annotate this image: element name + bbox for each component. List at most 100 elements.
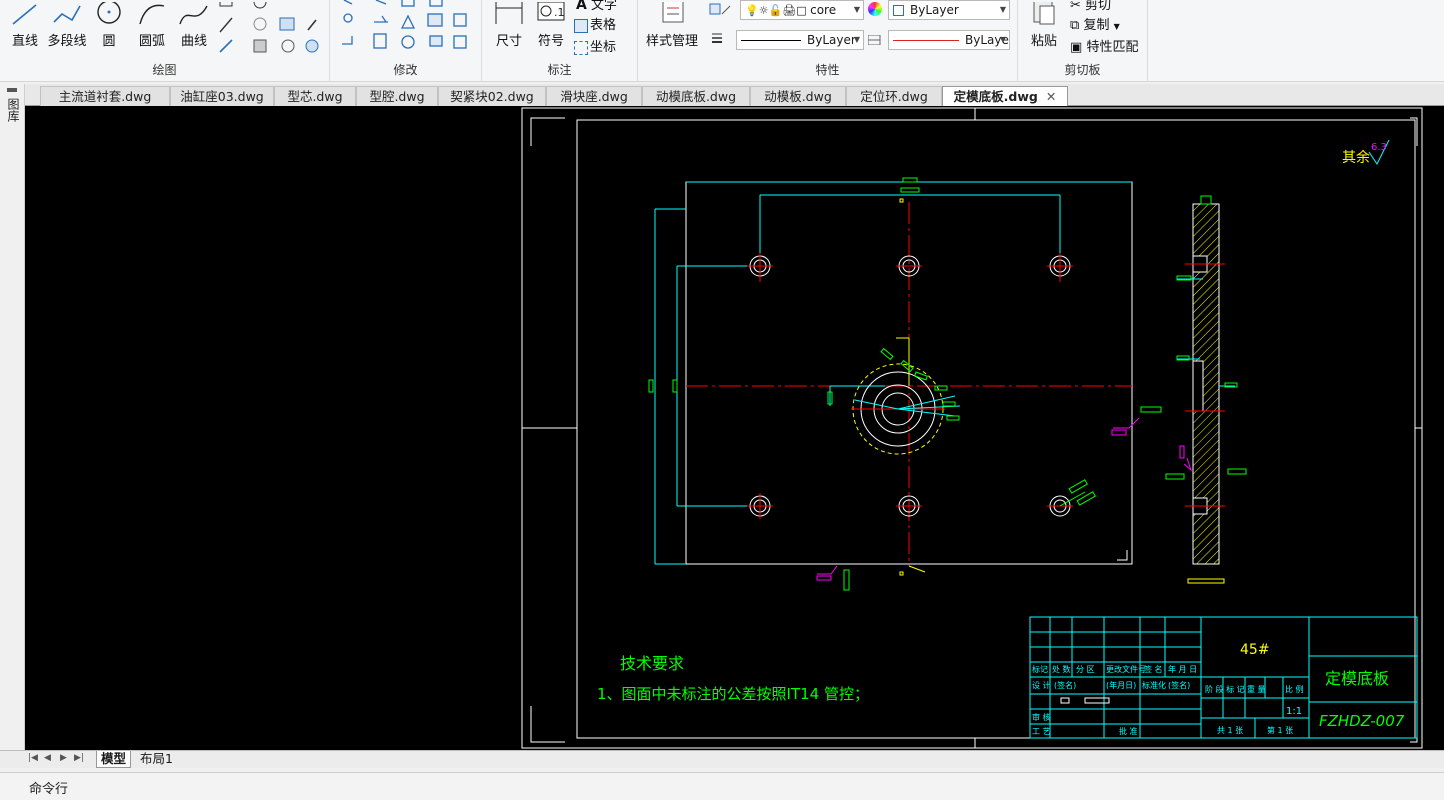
surface-finish-value: 6.3 (1371, 142, 1387, 153)
circle-icon (94, 0, 124, 28)
scissors-icon: ✂ (1070, 0, 1081, 13)
match-properties-button[interactable]: ▣ 特性匹配 (1070, 36, 1138, 55)
title-block-boxes (1060, 697, 1110, 704)
line-button[interactable]: 直线 (8, 2, 42, 49)
dimension-lines (654, 181, 1132, 565)
coordinate-icon (574, 40, 588, 55)
library-pin-icon[interactable] (7, 88, 17, 92)
text-button[interactable]: A 文字 (576, 0, 617, 13)
paste-label: 粘贴 (1030, 34, 1057, 49)
polyline-button[interactable]: 多段线 (46, 2, 88, 49)
file-tab-bar: 主流道衬套.dwg 油缸座03.dwg 型芯.dwg 型腔.dwg 契紧块02.… (0, 84, 1444, 106)
draw-group: 直线 多段线 圆 圆弧 曲线 绘图 (0, 0, 330, 82)
line-label: 直线 (11, 34, 38, 49)
tab-layout1[interactable]: 布局1 (136, 751, 177, 768)
spline-button[interactable]: 曲线 (176, 2, 212, 49)
tab-file-6[interactable]: 滑块座.dwg (546, 86, 642, 106)
paste-button[interactable]: 粘贴 (1026, 0, 1062, 49)
lineweight-icon[interactable] (710, 32, 732, 44)
arc-button[interactable]: 圆弧 (134, 2, 170, 49)
svg-text:第 1 张: 第 1 张 (1267, 725, 1293, 735)
next-layout-icon[interactable]: ▶ (60, 753, 67, 763)
drawing-canvas[interactable]: 其余 6.3 技术要求 1、图面中未标注的公差按照IT14 管控； 标记 处 数… (25, 106, 1444, 750)
svg-text:分 区: 分 区 (1076, 665, 1095, 674)
style-manager-label: 样式管理 (645, 34, 698, 49)
spline-icon (176, 2, 212, 28)
chevron-down-icon: ▼ (999, 5, 1006, 14)
tab-file-10[interactable]: 定模底板.dwg ✕ (942, 86, 1068, 106)
svg-text:工 艺: 工 艺 (1032, 727, 1051, 736)
line-sample (741, 40, 801, 41)
svg-text:比 例: 比 例 (1285, 684, 1304, 694)
tab-file-9[interactable]: 定位环.dwg (846, 86, 942, 106)
coordinate-button[interactable]: 坐标 (574, 36, 616, 55)
table-icon (574, 18, 588, 33)
lineweight-dropdown[interactable]: ByLayer ▼ (888, 30, 1010, 50)
symbol-label: 符号 (537, 34, 564, 49)
properties-group: 样式管理 💡☼🔓🖨□ core ▼ ByLayer ▼ ByLayer ▼ ByLay… (638, 0, 1018, 82)
dimension-label: 尺寸 (495, 34, 522, 49)
layout-tab-bar: |◀ ◀ ▶ ▶| 模型 布局1 (0, 750, 1444, 768)
text-icon: A (576, 0, 587, 13)
hole-3 (1047, 253, 1073, 279)
svg-text:审 核: 审 核 (1032, 712, 1051, 722)
svg-text:阶 段 标 记: 阶 段 标 记 (1205, 684, 1245, 694)
plate-corner-mark (1117, 550, 1128, 561)
copy-button[interactable]: ⧉ 复制 ▼ (1070, 14, 1120, 33)
layer-dropdown[interactable]: 💡☼🔓🖨□ core ▼ (740, 0, 864, 20)
paper-outer-frame (521, 107, 1423, 749)
tab-file-3[interactable]: 型芯.dwg (274, 86, 356, 106)
last-layout-icon[interactable]: ▶| (74, 753, 84, 763)
layer-icons[interactable] (708, 0, 738, 20)
lineweight-list-icon[interactable] (867, 34, 882, 46)
arc-icon (134, 2, 170, 28)
line-sample-red (893, 40, 959, 41)
library-panel-label[interactable]: 图库 (5, 98, 20, 122)
color-wheel-icon[interactable] (868, 2, 882, 16)
dimension-icon (492, 2, 526, 28)
tab-file-4[interactable]: 型腔.dwg (356, 86, 438, 106)
tab-file-2[interactable]: 油缸座03.dwg (170, 86, 274, 106)
cut-button[interactable]: ✂ 剪切 (1070, 0, 1111, 13)
svg-text:设 计: 设 计 (1032, 680, 1051, 690)
circle-button[interactable]: 圆 (94, 0, 124, 49)
copy-icon: ⧉ (1070, 18, 1080, 33)
symbol-button[interactable]: .1 符号 (534, 1, 568, 49)
svg-text:处 数: 处 数 (1052, 664, 1071, 674)
section-markers (816, 417, 1193, 581)
modify-tools[interactable] (338, 0, 478, 58)
style-manager-button[interactable]: 样式管理 (644, 0, 700, 49)
tab-model[interactable]: 模型 (96, 751, 132, 768)
table-button[interactable]: 表格 (574, 14, 616, 33)
polyline-label: 多段线 (47, 34, 87, 49)
paper-inner-frame (576, 119, 1416, 739)
first-layout-icon[interactable]: |◀ (28, 753, 38, 763)
hole-4 (747, 493, 773, 519)
prev-layout-icon[interactable]: ◀ (44, 753, 51, 763)
linetype-dropdown[interactable]: ByLayer ▼ (736, 30, 864, 50)
drawing-number-text: FZHDZ-007 (1319, 712, 1405, 730)
annotate-group: 尺寸 .1 符号 A 文字 表格 坐标 标注 (482, 0, 638, 82)
side-view (1176, 195, 1238, 584)
paste-icon (1026, 0, 1062, 28)
draw-small-tools[interactable] (216, 0, 326, 56)
annotate-group-label: 标注 (547, 63, 572, 77)
dimension-button[interactable]: 尺寸 (492, 2, 526, 49)
tech-req-line1: 1、图面中未标注的公差按照IT14 管控； (597, 685, 869, 703)
trim-marks (522, 108, 1422, 748)
command-line[interactable]: 命令行 (0, 772, 1444, 800)
tab-file-7[interactable]: 动模底板.dwg (642, 86, 750, 106)
drawing-svg[interactable]: 其余 6.3 技术要求 1、图面中未标注的公差按照IT14 管控； 标记 处 数… (25, 106, 1444, 750)
tab-file-5[interactable]: 契紧块02.dwg (438, 86, 546, 106)
svg-text:(年月日): (年月日) (1106, 680, 1136, 690)
tab-file-8[interactable]: 动模板.dwg (750, 86, 846, 106)
svg-text:(签名): (签名) (1054, 680, 1076, 690)
color-dropdown[interactable]: ByLayer ▼ (888, 0, 1010, 20)
modify-group: 修改 (330, 0, 482, 82)
modify-group-label: 修改 (393, 63, 418, 77)
tab-file-1[interactable]: 主流道衬套.dwg (40, 86, 170, 106)
close-icon[interactable]: ✕ (1046, 89, 1056, 104)
svg-text:(签名): (签名) (1168, 680, 1190, 690)
command-line-label: 命令行 (29, 782, 69, 797)
chevron-down-icon: ▼ (853, 35, 860, 44)
